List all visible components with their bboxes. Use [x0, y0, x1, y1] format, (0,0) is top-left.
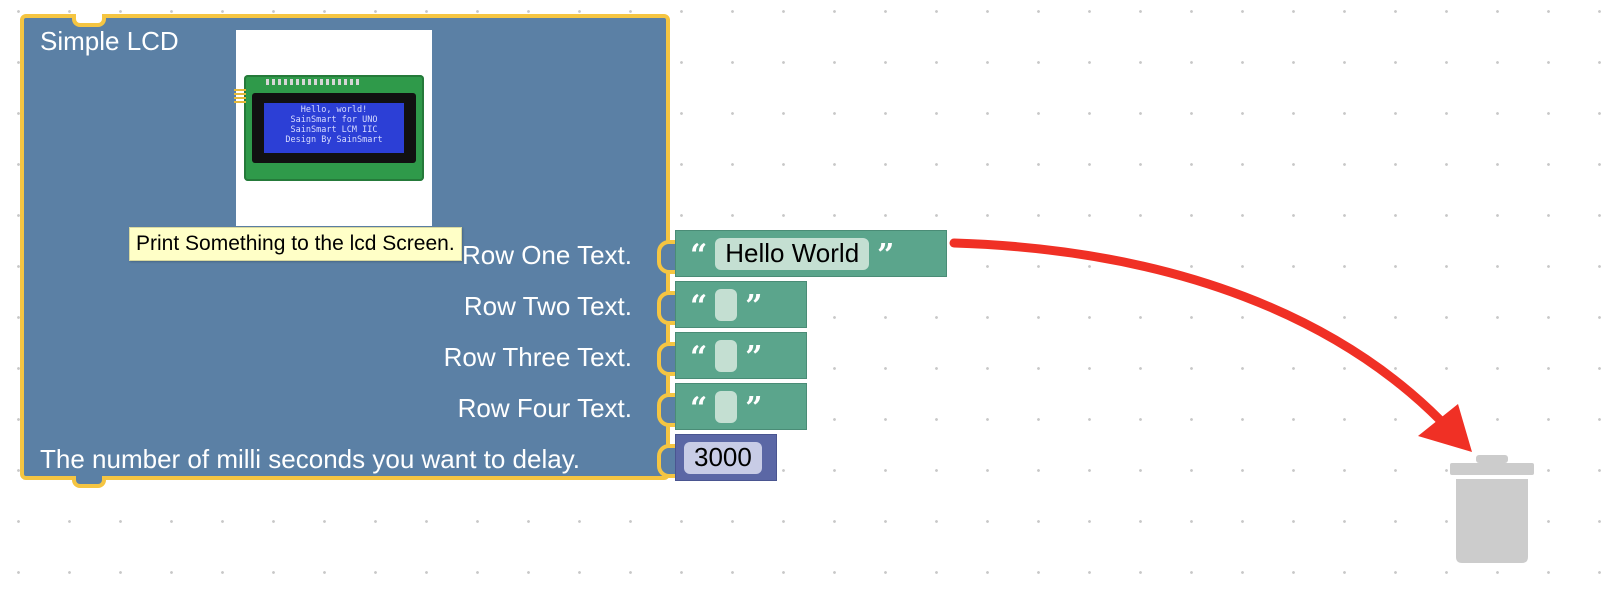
row-one-label: Row One Text.: [461, 240, 632, 270]
text-block-row-four[interactable]: “ ”: [675, 383, 807, 430]
lcd-wires: [234, 89, 246, 103]
input-socket: [657, 393, 675, 427]
row-three-label: Row Three Text.: [443, 342, 632, 372]
open-quote-icon: “: [690, 288, 708, 324]
input-socket: [657, 342, 675, 376]
text-field-row-four[interactable]: [715, 390, 738, 423]
tooltip: Print Something to the lcd Screen.: [129, 227, 462, 261]
close-quote-icon: ”: [745, 339, 763, 375]
input-socket: [657, 240, 675, 274]
open-quote-icon: “: [690, 390, 708, 426]
trash-can-icon[interactable]: [1450, 455, 1534, 565]
row-two-label: Row Two Text.: [463, 291, 632, 321]
block-title: Simple LCD: [40, 26, 179, 56]
lcd-screen-line: Hello, world!: [300, 105, 368, 115]
lcd-screen-line: Design By SainSmart: [285, 135, 383, 145]
input-socket: [657, 291, 675, 325]
close-quote-icon: ”: [745, 390, 763, 426]
open-quote-icon: “: [690, 339, 708, 375]
text-field-row-one[interactable]: Hello World: [715, 237, 870, 270]
lcd-board: Hello, world! SainSmart for UNO SainSmart …: [234, 75, 424, 181]
text-field-row-three[interactable]: [715, 339, 738, 372]
delay-label: The number of milli seconds you want to …: [40, 444, 581, 474]
delay-number-field[interactable]: 3000: [684, 441, 762, 474]
lcd-frame: Hello, world! SainSmart for UNO SainSmart …: [252, 93, 416, 163]
block-bottom-notch: [72, 476, 106, 488]
lcd-screen-line: SainSmart for UNO: [290, 115, 378, 125]
lcd-screen: Hello, world! SainSmart for UNO SainSmart …: [264, 103, 404, 153]
text-block-row-two[interactable]: “ ”: [675, 281, 807, 328]
text-block-row-three[interactable]: “ ”: [675, 332, 807, 379]
open-quote-icon: “: [690, 237, 708, 273]
number-block-delay[interactable]: 3000: [675, 434, 777, 481]
text-block-row-one[interactable]: “ Hello World ”: [675, 230, 947, 277]
text-field-row-two[interactable]: [715, 288, 738, 321]
row-four-label: Row Four Text.: [457, 393, 632, 423]
close-quote-icon: ”: [877, 237, 895, 273]
close-quote-icon: ”: [745, 288, 763, 324]
input-socket: [657, 444, 675, 478]
lcd-screen-line: SainSmart LCM IIC: [290, 125, 378, 135]
lcd-image: Hello, world! SainSmart for UNO SainSmart …: [234, 30, 432, 226]
lcd-pins: [266, 79, 362, 85]
